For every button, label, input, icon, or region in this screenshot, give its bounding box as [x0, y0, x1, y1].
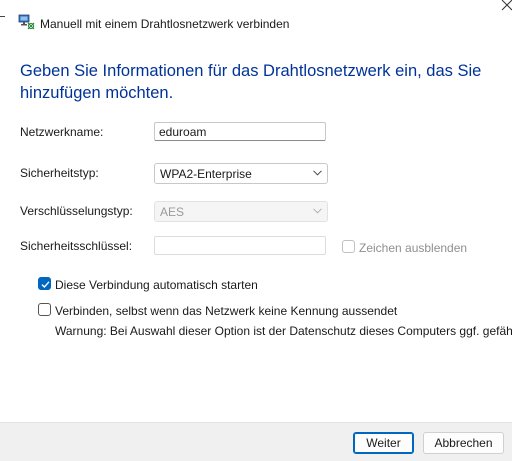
auto-start-checkbox[interactable]	[38, 277, 51, 290]
cancel-button[interactable]: Abbrechen	[423, 432, 504, 454]
connect-hidden-label: Verbinden, selbst wenn das Netzwerk kein…	[55, 304, 398, 318]
security-key-input[interactable]	[154, 236, 326, 255]
hide-characters-label: Zeichen ausblenden	[359, 241, 468, 255]
title-bar: Manuell mit einem Drahtlosnetzwerk verbi…	[0, 0, 512, 46]
network-adapter-icon	[18, 14, 35, 30]
hide-characters-checkbox[interactable]	[342, 240, 355, 253]
network-name-label: Netzwerkname:	[20, 125, 104, 139]
network-name-input[interactable]: eduroam	[154, 122, 326, 141]
checkmark-icon	[41, 281, 50, 289]
encryption-type-select[interactable]: AES	[154, 201, 328, 222]
connect-hidden-checkbox[interactable]	[38, 303, 51, 316]
next-button[interactable]: Weiter	[353, 432, 414, 454]
security-type-select[interactable]: WPA2-Enterprise	[154, 163, 328, 184]
privacy-warning-text: Warnung: Bei Auswahl dieser Option ist d…	[55, 324, 512, 338]
auto-start-label: Diese Verbindung automatisch starten	[55, 278, 258, 292]
security-type-label: Sicherheitstyp:	[20, 166, 99, 180]
security-key-label: Sicherheitsschlüssel:	[20, 239, 133, 253]
security-type-value: WPA2-Enterprise	[160, 167, 252, 181]
encryption-type-label: Verschlüsselungstyp:	[20, 204, 133, 218]
window-title: Manuell mit einem Drahtlosnetzwerk verbi…	[40, 17, 290, 31]
chevron-down-icon	[313, 170, 322, 176]
encryption-type-value: AES	[160, 205, 185, 219]
chevron-down-icon	[313, 208, 322, 214]
close-icon[interactable]	[498, 0, 512, 14]
page-heading: Geben Sie Informationen für das Drahtlos…	[20, 62, 482, 102]
